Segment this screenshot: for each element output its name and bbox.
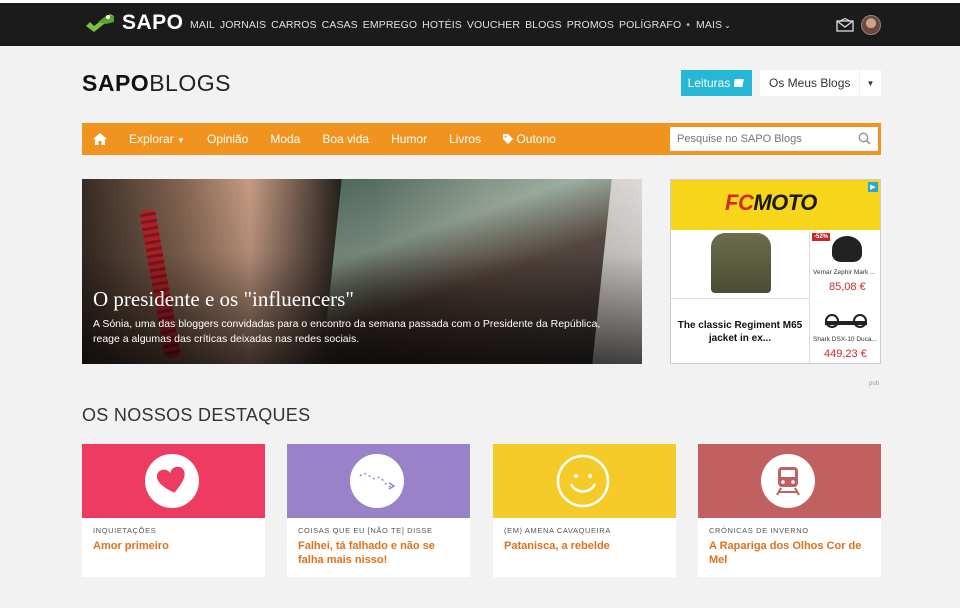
card-category[interactable]: COISAS QUE EU [NÃO TE] DISSE bbox=[298, 526, 433, 535]
caret-down-icon[interactable]: ▼ bbox=[859, 70, 881, 96]
card-image bbox=[493, 444, 676, 518]
dotted-path-icon bbox=[350, 454, 404, 508]
nav-explorar[interactable]: Explorar ▼ bbox=[129, 132, 185, 146]
helmet-image[interactable] bbox=[832, 236, 862, 262]
product2-name[interactable]: Shark DSX-10 Duca... bbox=[813, 336, 877, 343]
card-image bbox=[698, 444, 881, 518]
top-nav-mais[interactable]: MAIS ⌄ bbox=[696, 19, 736, 31]
product1-price: 85,08 € bbox=[829, 281, 866, 293]
top-nav-mais-label: MAIS bbox=[696, 19, 723, 31]
destaque-card[interactable]: CRÓNICAS DE INVERNO A Rapariga dos Olhos… bbox=[698, 444, 881, 577]
nav-outono[interactable]: Outono bbox=[503, 132, 556, 146]
nav-opiniao[interactable]: Opinião bbox=[207, 132, 248, 146]
top-nav-jornais[interactable]: JORNAIS bbox=[220, 19, 266, 31]
my-blogs-dropdown[interactable]: Os Meus Blogs ▼ bbox=[760, 70, 881, 96]
chevron-down-icon: ⌄ bbox=[724, 21, 731, 30]
search-icon[interactable] bbox=[858, 132, 871, 145]
ad-jacket-text[interactable]: The classic Regiment M65 jacket in ex... bbox=[671, 298, 809, 363]
discount-badge: -52% bbox=[812, 233, 831, 241]
brand-bold: SAPO bbox=[82, 70, 150, 96]
nav-livros[interactable]: Livros bbox=[449, 132, 481, 146]
card-title[interactable]: Patanisca, a rebelde bbox=[504, 540, 669, 554]
destaque-card[interactable]: (EM) AMENA CAVAQUEIRA Patanisca, a rebel… bbox=[493, 444, 676, 577]
hero-text: A Sónia, uma das bloggers convidadas par… bbox=[93, 318, 601, 345]
destaque-card[interactable]: INQUIETAÇÕES Amor primeiro bbox=[82, 444, 265, 577]
tag-icon bbox=[503, 134, 514, 144]
top-nav-promos[interactable]: PROMOS bbox=[567, 19, 614, 31]
card-category[interactable]: INQUIETAÇÕES bbox=[93, 526, 156, 535]
main-nav: Explorar ▼ Opinião Moda Boa vida Humor L… bbox=[82, 123, 881, 155]
my-blogs-label: Os Meus Blogs bbox=[769, 76, 851, 90]
top-nav-casas[interactable]: CASAS bbox=[322, 19, 358, 31]
hero-featured-post[interactable]: O presidente e os "influencers" A Sónia,… bbox=[82, 179, 642, 364]
motorcycle-image[interactable] bbox=[825, 303, 867, 328]
fc-moto-logo: FCMOTO bbox=[725, 190, 817, 216]
card-image bbox=[287, 444, 470, 518]
card-image bbox=[82, 444, 265, 518]
card-title[interactable]: Falhei, tá falhado e não se falha mais n… bbox=[298, 540, 463, 567]
pub-label: pub bbox=[869, 381, 880, 387]
fc-moto-logo-fc: FC bbox=[725, 190, 754, 215]
sapo-blogs-brand[interactable]: SAPOBLOGS bbox=[82, 70, 231, 97]
card-category[interactable]: (EM) AMENA CAVAQUEIRA bbox=[504, 526, 611, 535]
top-nav-mail[interactable]: MAIL bbox=[190, 19, 215, 31]
smiley-icon bbox=[556, 454, 610, 508]
sapo-frog-icon bbox=[86, 14, 114, 32]
product1-name[interactable]: Vemar Zephir Mark ... bbox=[813, 269, 876, 276]
jacket-image[interactable] bbox=[711, 233, 771, 293]
hero-title[interactable]: O presidente e os "influencers" bbox=[93, 287, 354, 312]
mail-icon[interactable] bbox=[836, 18, 854, 32]
top-bar: SAPO MAIL JORNAIS CARROS CASAS EMPREGO H… bbox=[0, 0, 960, 46]
product2-price: 449,23 € bbox=[824, 348, 867, 360]
ad-products: -52% Vemar Zephir Mark ... 85,08 € Shark… bbox=[809, 230, 880, 363]
card-title[interactable]: Amor primeiro bbox=[93, 540, 258, 554]
ad-banner-top: FCMOTO ▶ bbox=[671, 180, 880, 230]
book-icon bbox=[734, 79, 745, 87]
top-nav-voucher[interactable]: VOUCHER bbox=[467, 19, 520, 31]
destaque-card[interactable]: COISAS QUE EU [NÃO TE] DISSE Falhei, tá … bbox=[287, 444, 470, 577]
search-box bbox=[670, 127, 878, 151]
top-nav-separator: • bbox=[686, 19, 690, 31]
top-nav-carros[interactable]: CARROS bbox=[271, 19, 317, 31]
nav-outono-label: Outono bbox=[516, 132, 556, 146]
user-avatar[interactable] bbox=[861, 15, 881, 35]
home-icon[interactable] bbox=[93, 133, 107, 145]
leituras-button[interactable]: Leituras bbox=[681, 70, 752, 96]
nav-humor[interactable]: Humor bbox=[391, 132, 427, 146]
brand-light: BLOGS bbox=[149, 70, 231, 96]
train-icon bbox=[761, 454, 815, 508]
top-nav: MAIL JORNAIS CARROS CASAS EMPREGO HOTÉIS… bbox=[190, 19, 741, 31]
card-category[interactable]: CRÓNICAS DE INVERNO bbox=[709, 526, 809, 535]
fc-moto-logo-moto: MOTO bbox=[753, 190, 817, 215]
top-nav-hoteis[interactable]: HOTÉIS bbox=[422, 19, 462, 31]
leituras-label: Leituras bbox=[687, 76, 731, 90]
caret-down-icon: ▼ bbox=[177, 136, 185, 145]
nav-moda[interactable]: Moda bbox=[270, 132, 300, 146]
card-title[interactable]: A Rapariga dos Olhos Cor de Mel bbox=[709, 540, 874, 567]
top-nav-emprego[interactable]: EMPREGO bbox=[363, 19, 417, 31]
nav-explorar-label: Explorar bbox=[129, 132, 174, 146]
heart-icon bbox=[145, 454, 199, 508]
search-input[interactable] bbox=[670, 133, 850, 145]
advertisement[interactable]: FCMOTO ▶ The classic Regiment M65 jacket… bbox=[670, 179, 881, 364]
ad-choices-icon[interactable]: ▶ bbox=[868, 182, 878, 192]
sapo-logo[interactable]: SAPO bbox=[84, 11, 184, 35]
sapo-logo-text: SAPO bbox=[122, 11, 184, 34]
section-title: OS NOSSOS DESTAQUES bbox=[82, 405, 311, 425]
top-nav-blogs[interactable]: BLOGS bbox=[525, 19, 562, 31]
top-nav-poligrafo[interactable]: POLÍGRAFO bbox=[619, 19, 681, 31]
nav-boa-vida[interactable]: Boa vida bbox=[322, 132, 369, 146]
